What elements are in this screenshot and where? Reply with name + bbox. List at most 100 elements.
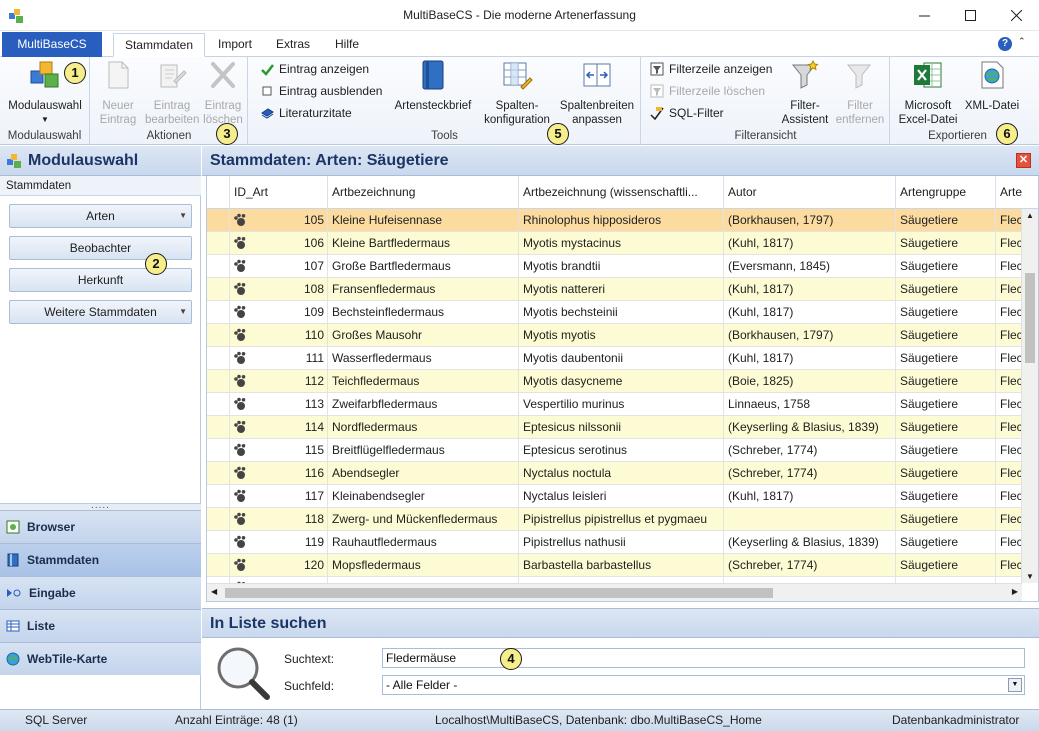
arten-button[interactable]: Arten ▼ <box>9 204 192 228</box>
horizontal-scrollbar[interactable]: ◀ ▶ <box>207 583 1022 601</box>
book-stack-icon <box>261 107 274 119</box>
collapse-ribbon-icon[interactable]: ⌃ <box>1018 36 1026 47</box>
vertical-scroll-thumb[interactable] <box>1025 273 1035 363</box>
table-row[interactable]: 119 Rauhautfledermaus Pipistrellus nathusi… <box>207 531 1022 554</box>
search-title: In Liste suchen <box>210 615 327 632</box>
filter-assistent-button[interactable]: Filter- Assistent <box>780 59 830 127</box>
weitere-stammdaten-label: Weitere Stammdaten <box>44 305 157 319</box>
eintrag-loeschen-button[interactable]: Eintrag löschen <box>201 59 245 127</box>
eintrag-anzeigen-button[interactable]: Eintrag anzeigen <box>261 60 369 78</box>
table-cell-sci: Myotis bechsteinii <box>518 301 723 323</box>
table-row[interactable]: 109 Bechsteinfledermaus Myotis bechsteinii… <box>207 301 1022 324</box>
filterzeile-anzeigen-button[interactable]: Filterzeile anzeigen <box>650 60 772 78</box>
xml-export-button[interactable]: XML-Datei <box>963 59 1021 113</box>
suchfeld-select[interactable]: - Alle Felder - ▼ <box>382 675 1025 695</box>
filterzeile-loeschen-label: Filterzeile löschen <box>669 84 766 98</box>
table-row[interactable]: 107 Große Bartfledermaus Myotis brandtii (E… <box>207 255 1022 278</box>
table-cell-gruppe: Säugetiere <box>895 439 995 461</box>
chevron-down-icon[interactable]: ▼ <box>1008 678 1022 692</box>
table-row[interactable]: 105 Kleine Hufeisennase Rhinolophus hippos… <box>207 209 1022 232</box>
suchtext-input[interactable] <box>382 648 1025 668</box>
table-cell-extra: Flec <box>995 370 1022 392</box>
excel-export-button[interactable]: Microsoft Excel-Datei <box>895 59 961 127</box>
table-row[interactable]: 108 Fransenfledermaus Myotis nattereri (Kuh… <box>207 278 1022 301</box>
status-server: SQL Server <box>25 713 88 727</box>
nav-section-webtile-karte[interactable]: WebTile-Karte <box>0 642 201 675</box>
table-cell-extra: Flec <box>995 278 1022 300</box>
close-panel-button[interactable]: ✕ <box>1016 153 1031 168</box>
spaltenkonfiguration-button[interactable]: Spalten- konfiguration <box>477 59 557 127</box>
filterzeile-loeschen-button[interactable]: Filterzeile löschen <box>650 82 765 100</box>
excel-export-label-2: Excel-Datei <box>898 114 958 126</box>
artensteckbrief-button[interactable]: Artensteckbrief <box>389 59 477 113</box>
app-menu-tab[interactable]: MultiBaseCS <box>2 32 102 57</box>
table-row[interactable]: 115 Breitflügelfledermaus Eptesicus seroti… <box>207 439 1022 462</box>
column-header-autor[interactable]: Autor <box>723 176 895 209</box>
scroll-left-icon[interactable]: ◀ <box>211 587 217 596</box>
column-header-artengruppe[interactable]: Artengruppe <box>895 176 995 209</box>
callout-badge-2: 2 <box>145 253 167 275</box>
eintrag-ausblenden-button[interactable]: Eintrag ausblenden <box>261 82 382 100</box>
filter-row-icon <box>650 62 664 76</box>
tab-extras[interactable]: Extras <box>268 33 318 57</box>
table-cell-autor: (Boie, 1825) <box>723 370 895 392</box>
table-row[interactable]: 116 Abendsegler Nyctalus noctula (Schreber,… <box>207 462 1022 485</box>
callout-badge-3: 3 <box>216 123 238 145</box>
table-cell-gruppe: Säugetiere <box>895 416 995 438</box>
ribbon: Modulauswahl ▼ Modulauswahl 1 Neuer Eint… <box>0 57 1039 145</box>
scroll-up-icon[interactable]: ▲ <box>1026 211 1034 220</box>
table-row[interactable]: 114 Nordfledermaus Eptesicus nilssonii (Key… <box>207 416 1022 439</box>
neuer-eintrag-label-1: Neuer <box>102 100 134 112</box>
herkunft-button[interactable]: Herkunft <box>9 268 192 292</box>
filter-wizard-icon <box>791 59 819 89</box>
filter-entfernen-button[interactable]: Filter entfernen <box>834 59 886 127</box>
table-cell-sci: Pipistrellus pipistrellus et pygmaeu <box>518 508 723 530</box>
nav-section-browser[interactable]: Browser <box>0 510 201 543</box>
column-header-arte[interactable]: Arte <box>995 176 1022 209</box>
sql-filter-button[interactable]: SQL-Filter <box>650 104 724 122</box>
spaltenbreiten-anpassen-button[interactable]: Spaltenbreiten anpassen <box>555 59 639 127</box>
tab-import[interactable]: Import <box>209 33 261 57</box>
table-row[interactable]: 112 Teichfledermaus Myotis dasycneme (Boie,… <box>207 370 1022 393</box>
column-header-id-art[interactable]: ID_Art <box>229 176 327 209</box>
nav-section-eingabe[interactable]: Eingabe <box>0 576 201 609</box>
eintrag-bearbeiten-button[interactable]: Eintrag bearbeiten <box>145 59 199 127</box>
nav-section-liste[interactable]: Liste <box>0 609 201 642</box>
status-bar: SQL Server Anzahl Einträge: 48 (1) Local… <box>0 709 1039 731</box>
column-header-artbezeichnung[interactable]: Artbezeichnung <box>327 176 518 209</box>
table-cell-sci: Nyctalus noctula <box>518 462 723 484</box>
table-row[interactable]: 118 Zwerg- und Mückenfledermaus Pipistrell… <box>207 508 1022 531</box>
table-cell-autor <box>723 508 895 530</box>
table-cell-id: 120 <box>229 554 327 576</box>
table-row[interactable]: 113 Zweifarbfledermaus Vespertilio murinus… <box>207 393 1022 416</box>
scroll-down-icon[interactable]: ▼ <box>1026 572 1034 581</box>
filter-clear-icon <box>650 84 664 98</box>
table-cell-sci: Rhinolophus hipposideros <box>518 209 723 231</box>
table-row[interactable]: 111 Wasserfledermaus Myotis daubentonii (Ku… <box>207 347 1022 370</box>
suchfeld-label: Suchfeld: <box>284 679 335 693</box>
globe-map-icon <box>6 652 20 666</box>
table-row[interactable]: 120 Mopsfledermaus Barbastella barbastellu… <box>207 554 1022 577</box>
nav-section-stammdaten[interactable]: Stammdaten <box>0 543 201 576</box>
vertical-scrollbar[interactable]: ▲ ▼ <box>1021 209 1038 583</box>
filterzeile-anzeigen-label: Filterzeile anzeigen <box>669 62 773 76</box>
column-header-wissenschaftlich[interactable]: Artbezeichnung (wissenschaftli... <box>518 176 723 209</box>
maximize-button[interactable] <box>947 0 993 31</box>
weitere-stammdaten-button[interactable]: Weitere Stammdaten ▼ <box>9 300 192 324</box>
horizontal-scroll-thumb[interactable] <box>225 588 773 598</box>
scroll-right-icon[interactable]: ▶ <box>1012 587 1018 596</box>
literaturzitate-button[interactable]: Literaturzitate <box>261 104 352 122</box>
tab-stammdaten[interactable]: Stammdaten <box>113 33 205 57</box>
table-cell-extra: Flec <box>995 485 1022 507</box>
table-cell-sci: Eptesicus serotinus <box>518 439 723 461</box>
help-icon[interactable]: ? <box>998 37 1012 51</box>
table-row[interactable]: 110 Großes Mausohr Myotis myotis (Borkhause… <box>207 324 1022 347</box>
input-arrow-icon <box>7 589 21 597</box>
tab-hilfe[interactable]: Hilfe <box>325 33 369 57</box>
neuer-eintrag-button[interactable]: Neuer Eintrag <box>95 59 141 127</box>
minimize-button[interactable] <box>901 0 947 31</box>
close-window-button[interactable] <box>993 0 1039 31</box>
table-row[interactable]: 117 Kleinabendsegler Nyctalus leisleri (Kuh… <box>207 485 1022 508</box>
table-cell-name: Abendsegler <box>327 462 518 484</box>
table-row[interactable]: 106 Kleine Bartfledermaus Myotis mystacinu… <box>207 232 1022 255</box>
